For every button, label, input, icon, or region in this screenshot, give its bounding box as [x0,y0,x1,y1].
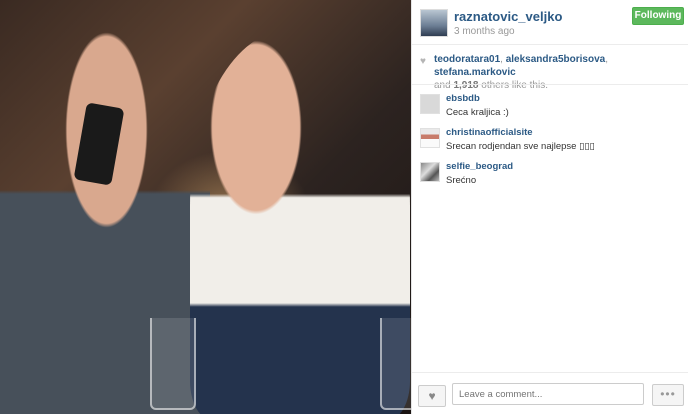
likes-suffix: others like this. [481,80,548,91]
ellipsis-icon: ••• [660,387,676,401]
comment-item: ebsbdb Ceca kraljica :) [420,92,682,126]
comment-text: Srećno [446,175,477,186]
comment-item: selfie_beograd Srećno [420,160,682,194]
post-header: raznatovic_veljko 3 months ago Following [412,0,688,44]
likes-summary: ♥ teodoratara01, aleksandra5borisova, st… [420,54,608,91]
likes-count[interactable]: 1,918 [453,80,478,91]
poster-username[interactable]: raznatovic_veljko [454,9,562,24]
comment-text: Ceca kraljica :) [446,107,509,118]
commenter-username[interactable]: selfie_beograd [446,161,513,172]
photo-person-right [190,30,410,414]
heart-icon: ♥ [428,389,436,403]
header-divider [412,44,688,45]
liker-link[interactable]: aleksandra5borisova [506,54,606,65]
comments-list: ebsbdb Ceca kraljica :) christinaofficia… [420,92,682,194]
commenter-avatar[interactable] [420,128,440,148]
comment-input[interactable] [452,383,644,405]
commenter-username[interactable]: christinaofficialsite [446,127,533,138]
commenter-username[interactable]: ebsbdb [446,93,480,104]
post-time[interactable]: 3 months ago [454,26,515,37]
photo-glass [380,318,411,410]
likes-divider [412,84,688,85]
photo-glass [150,318,196,410]
instagram-post-view: raznatovic_veljko 3 months ago Following… [0,0,688,414]
like-button[interactable]: ♥ [418,385,446,407]
liker-link[interactable]: teodoratara01 [434,54,500,65]
more-options-button[interactable]: ••• [652,384,684,406]
post-side-panel: raznatovic_veljko 3 months ago Following… [412,0,688,414]
liker-link[interactable]: stefana.markovic [434,67,516,78]
commenter-avatar[interactable] [420,94,440,114]
poster-avatar[interactable] [420,9,448,37]
comment-text: Srecan rodjendan sve najlepse ▯▯▯ [446,141,595,152]
comment-item: christinaofficialsite Srecan rodjendan s… [420,126,682,160]
following-button[interactable]: Following [632,7,684,25]
post-photo[interactable] [0,0,411,414]
commenter-avatar[interactable] [420,162,440,182]
likes-and-text: and [434,80,451,91]
heart-icon: ♥ [420,56,426,67]
comment-footer: ♥ ••• [412,372,688,415]
